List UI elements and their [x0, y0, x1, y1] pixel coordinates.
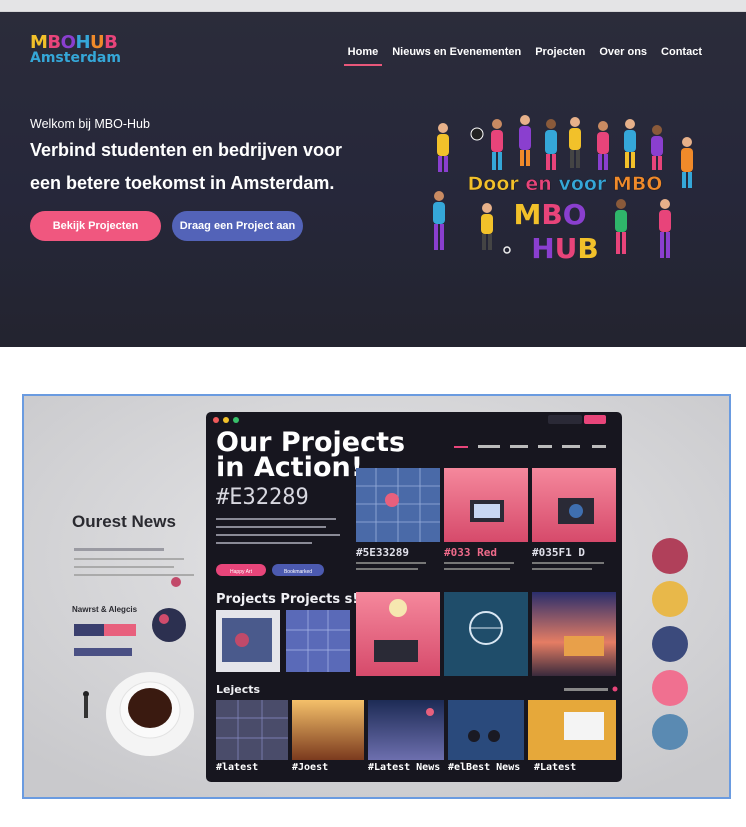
- nav-news-events[interactable]: Nieuws en Evenementen: [392, 46, 521, 66]
- bottom-label-3: #Latest News: [368, 762, 440, 773]
- site-logo[interactable]: MBOHUB Amsterdam: [30, 34, 121, 66]
- view-projects-button[interactable]: Bekijk Projecten: [30, 211, 161, 241]
- showcase-projects-heading: Projects Projects s!: [216, 592, 358, 607]
- card-label-1: #5E33289: [356, 546, 409, 559]
- projects-showcase-image: Ourest News Nawrst & Alegcis Our Project…: [22, 394, 731, 799]
- nav-about[interactable]: Over ons: [599, 46, 647, 66]
- hero-welcome: Welkom bij MBO-Hub: [30, 117, 150, 131]
- logo-city: Amsterdam: [30, 50, 121, 66]
- showcase-lejects: Lejects: [216, 683, 260, 696]
- showcase-pill-2: Bookmarked: [284, 569, 312, 575]
- card-label-3: #035F1 D: [532, 546, 585, 559]
- showcase-mockup: Ourest News Nawrst & Alegcis Our Project…: [24, 396, 729, 797]
- browser-top-strip: [0, 0, 746, 12]
- bottom-label-4: #elBest News: [448, 762, 520, 773]
- bottom-label-1: #latest: [216, 762, 258, 773]
- showcase-left-heading: Ourest News: [72, 512, 176, 531]
- art-slogan: Door en voor MBO: [468, 173, 663, 195]
- showcase-hex: #E32289: [216, 485, 309, 510]
- main-nav: Home Nieuws en Evenementen Projecten Ove…: [343, 46, 702, 66]
- hero-illustration: Door en voor MBO MBO HUB: [433, 115, 693, 265]
- card-label-2: #033 Red: [444, 546, 497, 559]
- bottom-label-2: #Joest: [292, 762, 328, 773]
- bottom-label-5: #Latest: [534, 762, 576, 773]
- nav-contact[interactable]: Contact: [661, 46, 702, 66]
- showcase-pill-1: Happy Art: [230, 569, 253, 575]
- showcase-left-sub: Nawrst & Alegcis: [72, 605, 138, 614]
- hero-headline: Verbind studenten en bedrijven voor een …: [30, 140, 343, 193]
- art-mbo: MBO: [513, 198, 586, 231]
- nav-projects[interactable]: Projecten: [535, 46, 585, 66]
- art-hub: HUB: [531, 232, 599, 265]
- nav-home[interactable]: Home: [343, 46, 382, 66]
- submit-project-button[interactable]: Draag een Project aan: [172, 211, 303, 241]
- hero-section: MBOHUB Amsterdam Home Nieuws en Evenemen…: [0, 12, 746, 347]
